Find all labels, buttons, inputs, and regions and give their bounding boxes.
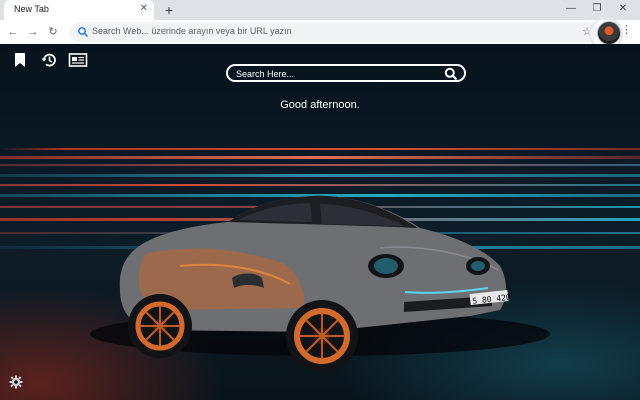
minimize-button[interactable]: — bbox=[560, 0, 582, 18]
settings-icon[interactable] bbox=[9, 375, 23, 389]
newtab-background: S 80 420 Good a bbox=[0, 44, 640, 400]
restore-button[interactable]: ❐ bbox=[586, 0, 608, 18]
search-icon[interactable] bbox=[444, 67, 458, 81]
bookmark-star-icon[interactable]: ☆ bbox=[582, 25, 592, 38]
back-button[interactable]: ← bbox=[4, 23, 22, 41]
tab-strip: New Tab ✕ + — ❐ ✕ bbox=[0, 0, 640, 20]
forward-button[interactable]: → bbox=[24, 23, 42, 41]
reload-button[interactable]: ↻ bbox=[44, 23, 62, 41]
history-icon[interactable] bbox=[40, 51, 58, 69]
browser-toolbar: ← → ↻ Search Web... üzerinde arayın veya… bbox=[0, 20, 640, 44]
search-input[interactable] bbox=[236, 67, 436, 81]
new-tab-button[interactable]: + bbox=[160, 1, 178, 19]
car-illustration: S 80 420 bbox=[90, 195, 550, 372]
tab-close-icon[interactable]: ✕ bbox=[140, 3, 148, 15]
greeting-text: Good afternoon. bbox=[280, 99, 360, 111]
news-icon[interactable] bbox=[68, 51, 88, 69]
menu-icon[interactable]: ⋮ bbox=[621, 23, 632, 36]
browser-chrome: New Tab ✕ + — ❐ ✕ ← → ↻ Search Web... üz… bbox=[0, 0, 640, 45]
close-window-button[interactable]: ✕ bbox=[612, 0, 634, 18]
address-bar[interactable]: Search Web... üzerinde arayın veya bir U… bbox=[70, 22, 598, 42]
tab-new-tab[interactable]: New Tab ✕ bbox=[4, 0, 154, 20]
address-bar-placeholder: Search Web... üzerinde arayın veya bir U… bbox=[92, 26, 292, 36]
search-box[interactable] bbox=[226, 64, 466, 82]
extension-avatar-icon[interactable] bbox=[597, 21, 621, 45]
tab-title: New Tab bbox=[14, 4, 49, 14]
search-icon bbox=[78, 27, 88, 37]
bookmark-icon[interactable] bbox=[11, 51, 29, 69]
